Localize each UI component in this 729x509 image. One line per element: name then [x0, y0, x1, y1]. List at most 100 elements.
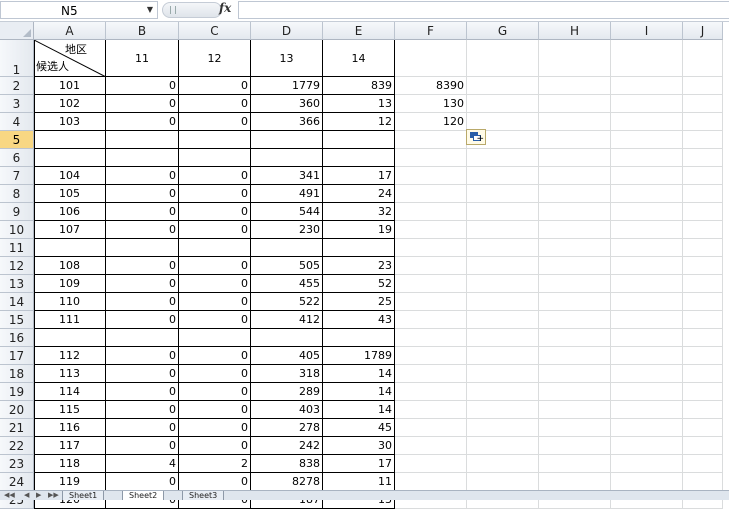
cell-b14[interactable]: 0 — [106, 293, 179, 311]
cell-d1[interactable]: 13 — [251, 40, 323, 77]
cell-b17[interactable]: 0 — [106, 347, 179, 365]
row-header-9[interactable]: 9 — [0, 203, 34, 221]
row-header-20[interactable]: 20 — [0, 401, 34, 419]
cell-i10[interactable] — [611, 221, 683, 239]
cell-e2[interactable]: 839 — [323, 77, 395, 95]
column-header-a[interactable]: A — [34, 22, 106, 40]
cell-b11[interactable] — [106, 239, 179, 257]
cell-c8[interactable]: 0 — [179, 185, 251, 203]
cell-h4[interactable] — [539, 113, 611, 131]
cell-f6[interactable] — [395, 149, 467, 167]
cell-h11[interactable] — [539, 239, 611, 257]
cell-i14[interactable] — [611, 293, 683, 311]
cell-f24[interactable] — [395, 473, 467, 491]
cell-f11[interactable] — [395, 239, 467, 257]
cell-e19[interactable]: 14 — [323, 383, 395, 401]
cell-d8[interactable]: 491 — [251, 185, 323, 203]
cell-c13[interactable]: 0 — [179, 275, 251, 293]
cell-e6[interactable] — [323, 149, 395, 167]
cell-j13[interactable] — [683, 275, 723, 293]
cell-d21[interactable]: 278 — [251, 419, 323, 437]
row-header-1[interactable]: 1 — [0, 40, 34, 77]
cell-d2[interactable]: 1779 — [251, 77, 323, 95]
row-header-6[interactable]: 6 — [0, 149, 34, 167]
cell-i24[interactable] — [611, 473, 683, 491]
cell-e4[interactable]: 12 — [323, 113, 395, 131]
cell-g16[interactable] — [467, 329, 539, 347]
cell-i22[interactable] — [611, 437, 683, 455]
insert-function-button[interactable]: fx — [219, 1, 231, 15]
cell-e7[interactable]: 17 — [323, 167, 395, 185]
cell-c24[interactable]: 0 — [179, 473, 251, 491]
cell-d4[interactable]: 366 — [251, 113, 323, 131]
cell-a18[interactable]: 113 — [34, 365, 106, 383]
cell-d13[interactable]: 455 — [251, 275, 323, 293]
cell-d14[interactable]: 522 — [251, 293, 323, 311]
cell-h14[interactable] — [539, 293, 611, 311]
row-header-18[interactable]: 18 — [0, 365, 34, 383]
cell-a20[interactable]: 115 — [34, 401, 106, 419]
cell-g24[interactable] — [467, 473, 539, 491]
cell-d17[interactable]: 405 — [251, 347, 323, 365]
cell-f15[interactable] — [395, 311, 467, 329]
cell-a3[interactable]: 102 — [34, 95, 106, 113]
cell-d20[interactable]: 403 — [251, 401, 323, 419]
row-header-8[interactable]: 8 — [0, 185, 34, 203]
cell-j4[interactable] — [683, 113, 723, 131]
cell-f4[interactable]: 120 — [395, 113, 467, 131]
cell-h20[interactable] — [539, 401, 611, 419]
cell-j15[interactable] — [683, 311, 723, 329]
row-header-17[interactable]: 17 — [0, 347, 34, 365]
cell-d9[interactable]: 544 — [251, 203, 323, 221]
row-header-3[interactable]: 3 — [0, 95, 34, 113]
cell-h7[interactable] — [539, 167, 611, 185]
column-header-d[interactable]: D — [251, 22, 323, 40]
cell-j17[interactable] — [683, 347, 723, 365]
cell-d22[interactable]: 242 — [251, 437, 323, 455]
cell-c16[interactable] — [179, 329, 251, 347]
cell-f17[interactable] — [395, 347, 467, 365]
cell-e12[interactable]: 23 — [323, 257, 395, 275]
cell-e3[interactable]: 13 — [323, 95, 395, 113]
cell-j1[interactable] — [683, 40, 723, 77]
cell-b3[interactable]: 0 — [106, 95, 179, 113]
cell-e16[interactable] — [323, 329, 395, 347]
cell-i5[interactable] — [611, 131, 683, 149]
cell-b13[interactable]: 0 — [106, 275, 179, 293]
cell-h8[interactable] — [539, 185, 611, 203]
cell-a7[interactable]: 104 — [34, 167, 106, 185]
cell-g12[interactable] — [467, 257, 539, 275]
cell-f14[interactable] — [395, 293, 467, 311]
cell-i11[interactable] — [611, 239, 683, 257]
cell-h22[interactable] — [539, 437, 611, 455]
cell-h2[interactable] — [539, 77, 611, 95]
cell-i7[interactable] — [611, 167, 683, 185]
cell-j5[interactable] — [683, 131, 723, 149]
cell-i12[interactable] — [611, 257, 683, 275]
cell-f5[interactable] — [395, 131, 467, 149]
cell-b24[interactable]: 0 — [106, 473, 179, 491]
cell-c1[interactable]: 12 — [179, 40, 251, 77]
cell-h17[interactable] — [539, 347, 611, 365]
row-header-14[interactable]: 14 — [0, 293, 34, 311]
cell-e8[interactable]: 24 — [323, 185, 395, 203]
cell-c18[interactable]: 0 — [179, 365, 251, 383]
cell-g10[interactable] — [467, 221, 539, 239]
cell-d18[interactable]: 318 — [251, 365, 323, 383]
cell-e22[interactable]: 30 — [323, 437, 395, 455]
cell-b19[interactable]: 0 — [106, 383, 179, 401]
row-header-13[interactable]: 13 — [0, 275, 34, 293]
row-header-10[interactable]: 10 — [0, 221, 34, 239]
cell-c11[interactable] — [179, 239, 251, 257]
cell-f3[interactable]: 130 — [395, 95, 467, 113]
cell-g7[interactable] — [467, 167, 539, 185]
cell-i8[interactable] — [611, 185, 683, 203]
column-header-g[interactable]: G — [467, 22, 539, 40]
cell-h15[interactable] — [539, 311, 611, 329]
cell-j23[interactable] — [683, 455, 723, 473]
cell-e24[interactable]: 11 — [323, 473, 395, 491]
cell-d15[interactable]: 412 — [251, 311, 323, 329]
cell-a9[interactable]: 106 — [34, 203, 106, 221]
cell-g18[interactable] — [467, 365, 539, 383]
cell-b6[interactable] — [106, 149, 179, 167]
